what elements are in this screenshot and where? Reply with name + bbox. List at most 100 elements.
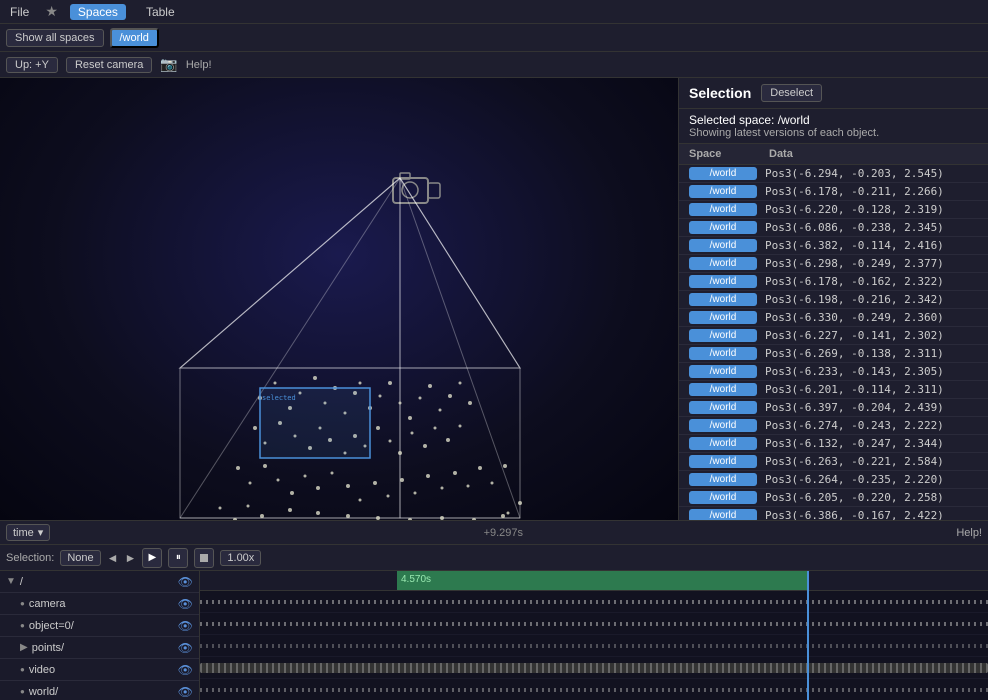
data-value: Pos3(-6.330, -0.249, 2.360): [757, 311, 978, 324]
track-label-video: ● video 👁: [0, 659, 199, 681]
data-value: Pos3(-6.294, -0.203, 2.545): [757, 167, 978, 180]
star-icon[interactable]: ★: [45, 3, 58, 20]
space-badge[interactable]: /world: [689, 437, 757, 450]
table-row[interactable]: /world Pos3(-6.382, -0.114, 2.416): [679, 237, 988, 255]
expand-icon-points[interactable]: ▶: [20, 642, 28, 653]
data-value: Pos3(-6.274, -0.243, 2.222): [757, 419, 978, 432]
table-row[interactable]: /world Pos3(-6.227, -0.141, 2.302): [679, 327, 988, 345]
play-button[interactable]: ▶: [142, 548, 162, 568]
table-row[interactable]: /world Pos3(-6.263, -0.221, 2.584): [679, 453, 988, 471]
selection-label: selected: [262, 394, 296, 402]
show-all-spaces-button[interactable]: Show all spaces: [6, 29, 104, 47]
table-row[interactable]: /world Pos3(-6.178, -0.162, 2.322): [679, 273, 988, 291]
track-content[interactable]: 4.570s: [200, 571, 988, 700]
reset-camera-button[interactable]: Reset camera: [66, 57, 152, 73]
track-strip-root: [200, 591, 988, 613]
table-row[interactable]: /world Pos3(-6.298, -0.249, 2.377): [679, 255, 988, 273]
space-badge[interactable]: /world: [689, 419, 757, 432]
table-row[interactable]: /world Pos3(-6.274, -0.243, 2.222): [679, 417, 988, 435]
table-row[interactable]: /world Pos3(-6.220, -0.128, 2.319): [679, 201, 988, 219]
space-badge[interactable]: /world: [689, 329, 757, 342]
table-row[interactable]: /world Pos3(-6.086, -0.238, 2.345): [679, 219, 988, 237]
track-label-object: ● object=0/ 👁: [0, 615, 199, 637]
time-dropdown-icon[interactable]: ▾: [38, 526, 44, 539]
space-badge[interactable]: /world: [689, 167, 757, 180]
eye-icon-camera[interactable]: 👁: [178, 597, 193, 611]
eye-icon-world[interactable]: 👁: [178, 685, 193, 699]
none-badge[interactable]: None: [60, 550, 100, 566]
timeline-help-button[interactable]: Help!: [956, 527, 982, 539]
dots-root: [200, 600, 988, 604]
table-row[interactable]: /world Pos3(-6.269, -0.138, 2.311): [679, 345, 988, 363]
deselect-button[interactable]: Deselect: [761, 84, 822, 102]
table-row[interactable]: /world Pos3(-6.178, -0.211, 2.266): [679, 183, 988, 201]
space-badge[interactable]: /world: [689, 509, 757, 520]
panel-title: Selection: [689, 85, 751, 101]
stop-button[interactable]: [194, 548, 214, 568]
col-data-header: Data: [769, 148, 978, 160]
range-start-label: 4.570s: [397, 572, 435, 587]
track-label-world: ● world/ 👁: [0, 681, 199, 700]
space-badge[interactable]: /world: [689, 365, 757, 378]
dots-camera: [200, 622, 988, 626]
help-button-toolbar[interactable]: Help!: [186, 59, 212, 71]
eye-icon-points[interactable]: 👁: [178, 641, 193, 655]
expand-icon-root[interactable]: ▼: [6, 576, 16, 587]
table-row[interactable]: /world Pos3(-6.201, -0.114, 2.311): [679, 381, 988, 399]
table-row[interactable]: /world Pos3(-6.198, -0.216, 2.342): [679, 291, 988, 309]
speed-display[interactable]: 1.00x: [220, 550, 261, 566]
viewport-content: selected: [0, 78, 678, 520]
eye-icon-object[interactable]: 👁: [178, 619, 193, 633]
data-value: Pos3(-6.132, -0.247, 2.344): [757, 437, 978, 450]
space-badge[interactable]: /world: [689, 491, 757, 504]
space-badge[interactable]: /world: [689, 239, 757, 252]
space-badge[interactable]: /world: [689, 275, 757, 288]
space-badge[interactable]: /world: [689, 221, 757, 234]
data-value: Pos3(-6.263, -0.221, 2.584): [757, 455, 978, 468]
timeline-header: time ▾ +9.297s Help!: [0, 521, 988, 545]
right-arrow-icon[interactable]: ►: [125, 551, 137, 565]
track-video-text: video: [29, 664, 55, 676]
space-badge[interactable]: /world: [689, 293, 757, 306]
world-button[interactable]: /world: [110, 28, 159, 48]
table-row[interactable]: /world Pos3(-6.132, -0.247, 2.344): [679, 435, 988, 453]
track-world-text: world/: [29, 686, 58, 698]
table-row[interactable]: /world Pos3(-6.386, -0.167, 2.422): [679, 507, 988, 520]
table-row[interactable]: /world Pos3(-6.205, -0.220, 2.258): [679, 489, 988, 507]
space-badge[interactable]: /world: [689, 311, 757, 324]
space-badge[interactable]: /world: [689, 383, 757, 396]
panel-selected-info: Selected space: /world Showing latest ve…: [679, 109, 988, 144]
timeline-range[interactable]: 4.570s: [200, 571, 988, 591]
file-menu[interactable]: File: [6, 3, 33, 21]
eye-icon-video[interactable]: 👁: [178, 663, 193, 677]
selected-space-name: Selected space: /world: [689, 113, 978, 127]
bottom-area: time ▾ +9.297s Help! Selection: None ◄ ►…: [0, 520, 988, 700]
left-arrow-icon[interactable]: ◄: [107, 551, 119, 565]
right-panel: Selection Deselect Selected space: /worl…: [678, 78, 988, 520]
table-row[interactable]: /world Pos3(-6.330, -0.249, 2.360): [679, 309, 988, 327]
viewport[interactable]: selected: [0, 78, 678, 520]
table-row[interactable]: /world Pos3(-6.233, -0.143, 2.305): [679, 363, 988, 381]
timeline-track-area: ▼ / 👁 ● camera 👁 ● object=0/ 👁 ▶ points/…: [0, 571, 988, 700]
data-value: Pos3(-6.178, -0.211, 2.266): [757, 185, 978, 198]
table-tab[interactable]: Table: [138, 4, 183, 20]
camera-icon[interactable]: 📷: [160, 56, 177, 73]
space-badge[interactable]: /world: [689, 455, 757, 468]
table-row[interactable]: /world Pos3(-6.294, -0.203, 2.545): [679, 165, 988, 183]
eye-icon-root[interactable]: 👁: [178, 575, 193, 589]
track-label-camera: ● camera 👁: [0, 593, 199, 615]
pause-button[interactable]: ⏸: [168, 548, 188, 568]
space-badge[interactable]: /world: [689, 347, 757, 360]
space-badge[interactable]: /world: [689, 473, 757, 486]
data-value: Pos3(-6.382, -0.114, 2.416): [757, 239, 978, 252]
up-y-button[interactable]: Up: +Y: [6, 57, 58, 73]
space-badge[interactable]: /world: [689, 185, 757, 198]
table-header: Space Data: [679, 144, 988, 165]
table-row[interactable]: /world Pos3(-6.397, -0.204, 2.439): [679, 399, 988, 417]
range-selection: 4.570s: [397, 571, 807, 590]
table-row[interactable]: /world Pos3(-6.264, -0.235, 2.220): [679, 471, 988, 489]
spaces-tab[interactable]: Spaces: [70, 4, 126, 20]
space-badge[interactable]: /world: [689, 401, 757, 414]
space-badge[interactable]: /world: [689, 203, 757, 216]
space-badge[interactable]: /world: [689, 257, 757, 270]
